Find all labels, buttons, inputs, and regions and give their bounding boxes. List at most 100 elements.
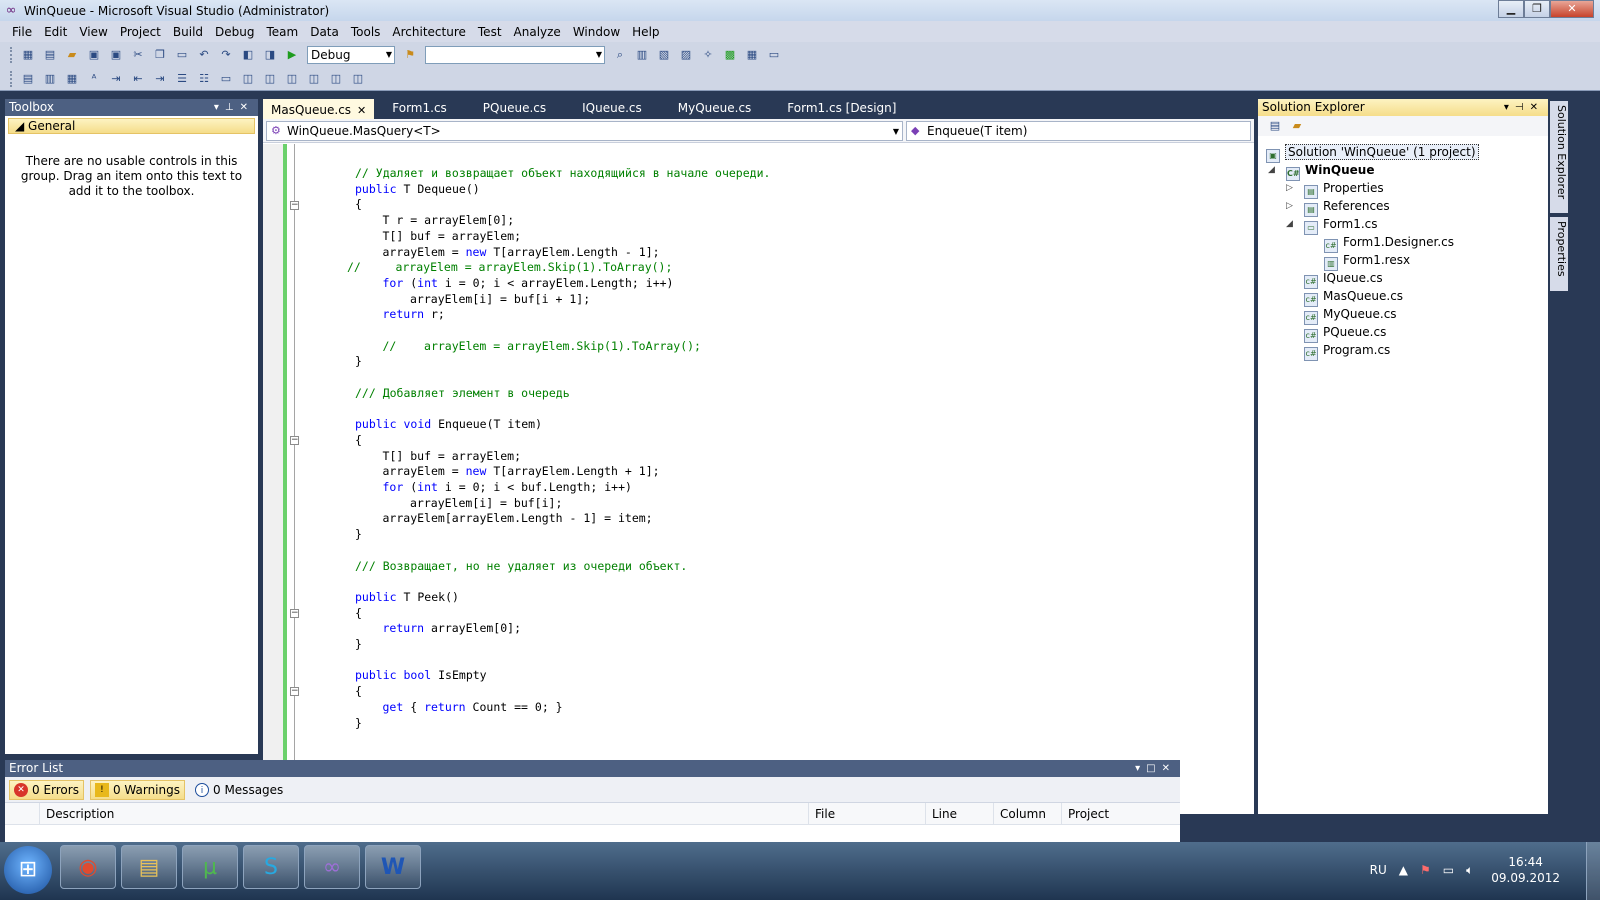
toolbox-group-general[interactable]: ◢ General xyxy=(8,118,255,134)
bookmark-icon[interactable]: ▭ xyxy=(218,71,234,87)
menu-team[interactable]: Team xyxy=(260,25,304,39)
uncomment-icon[interactable]: ☷ xyxy=(196,71,212,87)
start-debugging-icon[interactable]: ▶ xyxy=(284,47,300,63)
tab-masqueue[interactable]: MasQueue.cs ✕ xyxy=(263,99,375,119)
show-desktop-button[interactable] xyxy=(1586,842,1600,900)
collapse-enqueue-icon[interactable]: − xyxy=(290,436,299,445)
menu-edit[interactable]: Edit xyxy=(38,25,73,39)
taskbar-visual-studio[interactable]: ∞ xyxy=(304,845,360,889)
start-button[interactable]: ⊞ xyxy=(4,846,52,894)
menu-tools[interactable]: Tools xyxy=(345,25,387,39)
menu-file[interactable]: File xyxy=(6,25,38,39)
dropdown-icon[interactable]: ▾ xyxy=(1504,102,1515,113)
save-icon[interactable]: ▣ xyxy=(86,47,102,63)
prev-bookmark-icon[interactable]: ◫ xyxy=(240,71,256,87)
dropdown-icon[interactable]: ▾ xyxy=(1135,763,1146,774)
tree-pqueue[interactable]: c# PQueue.cs xyxy=(1304,323,1386,343)
maximize-button[interactable]: ❐ xyxy=(1524,0,1550,18)
close-tab-icon[interactable]: ✕ xyxy=(357,104,366,117)
next-bookmark-folder-icon[interactable]: ◫ xyxy=(284,71,300,87)
dropdown-icon[interactable]: ▾ xyxy=(214,102,225,113)
taskbar-skype[interactable]: S xyxy=(243,845,299,889)
toolbox-icon[interactable]: ✧ xyxy=(700,47,716,63)
solution-explorer-icon[interactable]: ▥ xyxy=(634,47,650,63)
close-icon[interactable]: ✕ xyxy=(1162,763,1176,774)
collapse-dequeue-icon[interactable]: − xyxy=(290,201,299,210)
redo-icon[interactable]: ↷ xyxy=(218,47,234,63)
find-combo[interactable]: ▼ xyxy=(425,45,605,64)
side-tab-properties[interactable]: Properties xyxy=(1550,217,1568,291)
tree-program[interactable]: c# Program.cs xyxy=(1304,341,1390,361)
menu-help[interactable]: Help xyxy=(626,25,665,39)
collapse-peek-icon[interactable]: − xyxy=(290,609,299,618)
next-bookmark-icon[interactable]: ◫ xyxy=(262,71,278,87)
navigate-backward-icon[interactable]: ◧ xyxy=(240,47,256,63)
navigate-forward-icon[interactable]: ◨ xyxy=(262,47,278,63)
member-dropdown[interactable]: ◆ Enqueue(T item) xyxy=(906,121,1251,141)
collapsed-arrow-icon[interactable]: ▷ xyxy=(1286,179,1293,197)
column-header-line[interactable]: Line xyxy=(925,803,993,825)
undo-icon[interactable]: ↶ xyxy=(196,47,212,63)
errors-filter-button[interactable]: ✕ 0 Errors xyxy=(9,779,84,800)
pin-icon[interactable]: ⊣ xyxy=(1515,102,1530,113)
messages-filter-button[interactable]: i0 Messages xyxy=(191,780,287,800)
type-dropdown[interactable]: ⚙ WinQueue.MasQuery<T> ▼ xyxy=(266,121,903,141)
toolbar-grip[interactable] xyxy=(10,70,13,87)
new-project-icon[interactable]: ▦ xyxy=(20,47,36,63)
close-icon[interactable]: ✕ xyxy=(240,102,254,113)
warnings-filter-button[interactable]: ! 0 Warnings xyxy=(89,779,185,800)
column-header-column[interactable]: Column xyxy=(993,803,1061,825)
collapsed-arrow-icon[interactable]: ▷ xyxy=(1286,197,1293,215)
pin-icon[interactable]: ⊥ xyxy=(225,102,240,113)
expand-tray-icon[interactable]: ▲ xyxy=(1399,863,1408,877)
tree-form1-resx[interactable]: ▥ Form1.resx xyxy=(1324,251,1410,271)
column-header-project[interactable]: Project xyxy=(1061,803,1180,825)
taskbar-utorrent[interactable]: µ xyxy=(182,845,238,889)
network-icon[interactable]: ▭ xyxy=(1443,863,1454,877)
taskbar-explorer[interactable]: ▤ xyxy=(121,845,177,889)
close-icon[interactable]: ✕ xyxy=(1530,102,1544,113)
menu-window[interactable]: Window xyxy=(567,25,626,39)
tree-iqueue[interactable]: c# IQueue.cs xyxy=(1304,269,1383,289)
parameter-info-icon[interactable]: ▥ xyxy=(42,71,58,87)
menu-analyze[interactable]: Analyze xyxy=(508,25,567,39)
show-all-files-icon[interactable]: ▰ xyxy=(1289,118,1305,134)
find-in-files-icon[interactable]: ⚑ xyxy=(402,47,418,63)
prev-bookmark-folder-icon[interactable]: ◫ xyxy=(306,71,322,87)
comment-icon[interactable]: ☰ xyxy=(174,71,190,87)
object-browser-icon[interactable]: ▨ xyxy=(678,47,694,63)
tree-project[interactable]: ◢ C# WinQueue xyxy=(1268,161,1374,181)
add-item-icon[interactable]: ▤ xyxy=(42,47,58,63)
menu-project[interactable]: Project xyxy=(114,25,167,39)
quick-info-icon[interactable]: ▦ xyxy=(64,71,80,87)
language-indicator[interactable]: RU xyxy=(1370,863,1387,877)
toolbar-grip[interactable] xyxy=(10,46,13,63)
tab-iqueue[interactable]: IQueue.cs xyxy=(574,99,650,119)
tab-myqueue[interactable]: MyQueue.cs xyxy=(670,99,760,119)
tree-form1[interactable]: ◢ ▭ Form1.cs xyxy=(1286,215,1378,235)
solution-configuration-select[interactable]: Debug ▼ xyxy=(307,45,395,64)
save-all-icon[interactable]: ▣ xyxy=(108,47,124,63)
menu-build[interactable]: Build xyxy=(167,25,209,39)
menu-architecture[interactable]: Architecture xyxy=(386,25,471,39)
clock[interactable]: 16:44 09.09.2012 xyxy=(1491,854,1560,886)
clear-bookmarks-icon[interactable]: ◫ xyxy=(328,71,344,87)
maximize-icon[interactable]: □ xyxy=(1146,763,1161,774)
action-center-icon[interactable]: ⚑ xyxy=(1420,863,1431,877)
toggle-bookmark-icon[interactable]: ◫ xyxy=(350,71,366,87)
tree-solution[interactable]: ▣ Solution 'WinQueue' (1 project) xyxy=(1266,143,1479,163)
increase-indent-icon[interactable]: ⇥ xyxy=(152,71,168,87)
decrease-indent-icon[interactable]: ⇤ xyxy=(130,71,146,87)
tree-masqueue[interactable]: c# MasQueue.cs xyxy=(1304,287,1403,307)
tab-form1[interactable]: Form1.cs xyxy=(384,99,455,119)
indent-icon[interactable]: ⇥ xyxy=(108,71,124,87)
copy-icon[interactable]: ❐ xyxy=(152,47,168,63)
side-tab-solution-explorer[interactable]: Solution Explorer xyxy=(1550,101,1568,213)
complete-word-icon[interactable]: ᴬ xyxy=(86,71,102,87)
taskbar-word[interactable]: W xyxy=(365,845,421,889)
open-file-icon[interactable]: ▰ xyxy=(64,47,80,63)
tree-myqueue[interactable]: c# MyQueue.cs xyxy=(1304,305,1397,325)
taskbar-chrome[interactable]: ◉ xyxy=(60,845,116,889)
volume-icon[interactable]: 🔈︎ xyxy=(1466,863,1473,878)
menu-test[interactable]: Test xyxy=(472,25,508,39)
